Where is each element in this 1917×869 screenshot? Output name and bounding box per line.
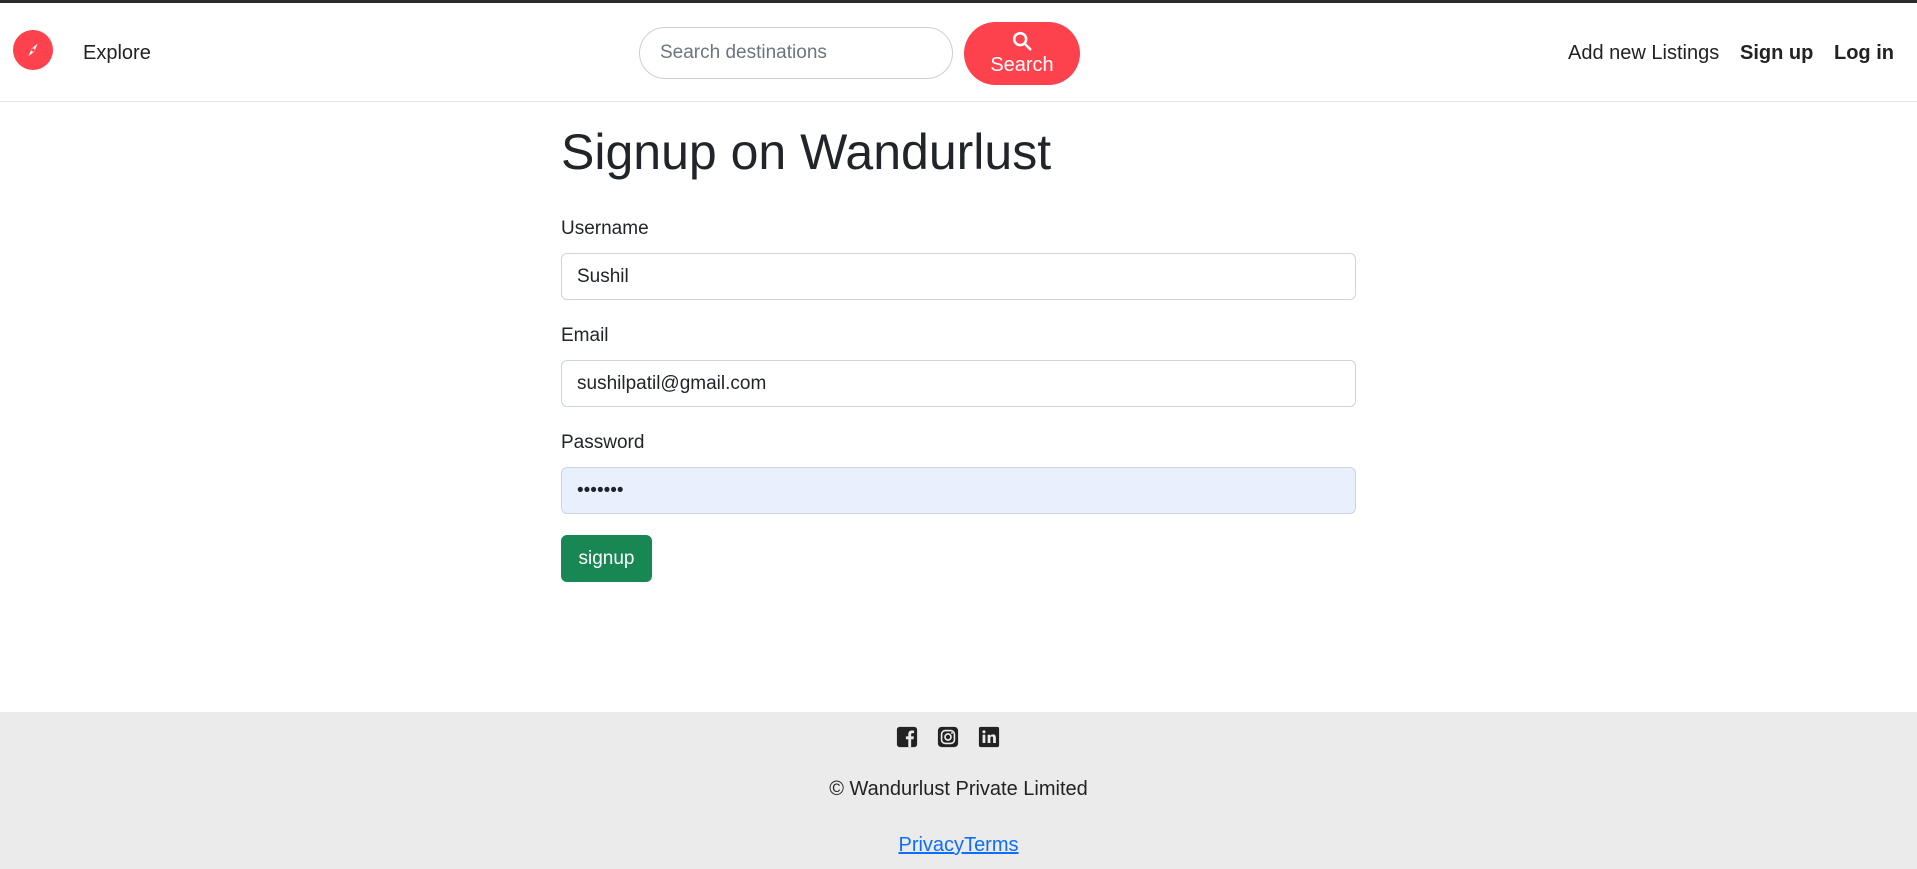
terms-link[interactable]: Terms [964,834,1018,856]
footer-links: PrivacyTerms [0,834,1917,857]
page-title: Signup on Wandurlust [561,124,1052,180]
username-input[interactable] [561,253,1356,300]
footer: © Wandurlust Private Limited PrivacyTerm… [0,712,1917,869]
privacy-link[interactable]: Privacy [898,834,964,856]
search-icon [1012,31,1032,51]
nav-signup-link[interactable]: Sign up [1740,42,1813,65]
nav-add-listing-link[interactable]: Add new Listings [1568,42,1719,65]
signup-submit-button[interactable]: signup [561,535,652,582]
navbar: Explore Search Add new Listings Sign up … [0,3,1917,102]
email-input[interactable] [561,360,1356,407]
password-input[interactable] [561,467,1356,514]
compass-icon [28,43,38,57]
search-input[interactable] [639,27,953,79]
search-button[interactable]: Search [964,22,1080,85]
social-links [896,726,1000,748]
search-button-label: Search [990,54,1054,76]
linkedin-icon[interactable] [978,726,1000,748]
facebook-icon[interactable] [896,726,918,748]
nav-login-link[interactable]: Log in [1834,42,1894,65]
nav-explore-link[interactable]: Explore [83,42,151,65]
email-label: Email [561,325,609,346]
copyright-text: © Wandurlust Private Limited [829,778,1088,800]
brand-logo[interactable] [13,30,53,70]
username-label: Username [561,218,649,239]
instagram-icon[interactable] [937,726,959,748]
password-label: Password [561,432,645,453]
